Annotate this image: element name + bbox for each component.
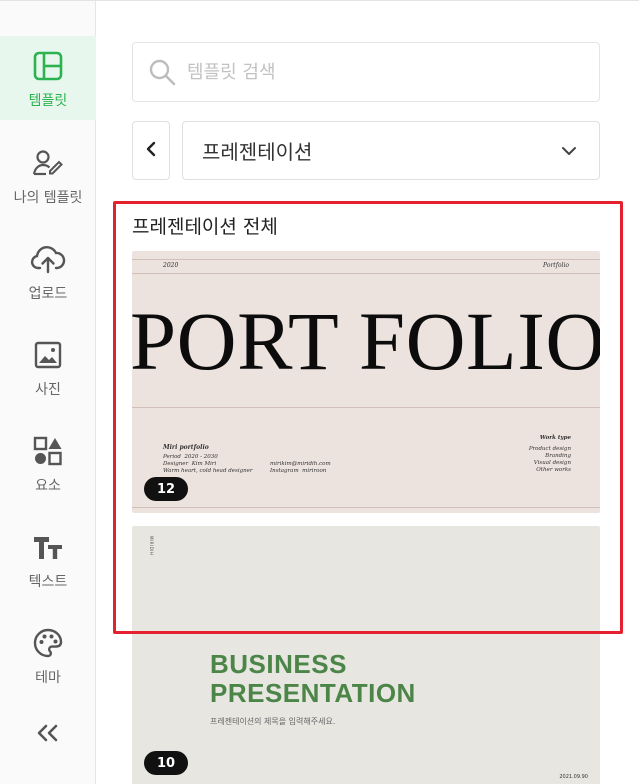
template-headline: BUSINESS PRESENTATION — [210, 650, 416, 708]
back-button[interactable] — [132, 121, 170, 180]
highlight-box — [113, 201, 623, 634]
sidebar-item-elements[interactable]: 요소 — [0, 421, 96, 505]
sidebar-item-my-templates[interactable]: 나의 템플릿 — [0, 133, 96, 217]
collapse-sidebar-button[interactable] — [30, 717, 66, 753]
text-icon — [30, 529, 66, 565]
sidebar-item-photos[interactable]: 사진 — [0, 325, 96, 409]
layout-template-icon — [30, 48, 66, 84]
search-input[interactable] — [187, 61, 567, 83]
sidebar-item-label: 나의 템플릿 — [13, 190, 83, 206]
template-date: 2021.09.90 — [559, 774, 588, 780]
template-count-badge: 10 — [144, 751, 188, 775]
sidebar-item-label: 업로드 — [28, 286, 68, 302]
shapes-icon — [30, 433, 66, 469]
sidebar-item-label: 테마 — [35, 670, 61, 686]
template-panel: 템플릿 나의 템플릿 업로드 사진 요소 텍스트 테마 템플릿 검색 프레젠테이… — [0, 0, 639, 784]
sidebar-item-theme[interactable]: 테마 — [0, 613, 96, 697]
category-select-value: 프레젠테이션 — [202, 140, 313, 164]
template-headline-line2: PRESENTATION — [210, 678, 416, 708]
cloud-upload-icon — [30, 241, 66, 277]
sidebar-item-label: 요소 — [35, 478, 61, 494]
sidebar-item-upload[interactable]: 업로드 — [0, 229, 96, 313]
chevron-left-icon — [145, 141, 157, 161]
search-box — [132, 42, 600, 102]
template-subtitle: 프레젠테이션의 제목을 입력해주세요. — [210, 717, 336, 726]
sidebar-item-label: 텍스트 — [28, 574, 68, 590]
sidebar-item-text[interactable]: 텍스트 — [0, 517, 96, 601]
sidebar: 템플릿 나의 템플릿 업로드 사진 요소 텍스트 테마 — [0, 1, 96, 784]
palette-icon — [30, 625, 66, 661]
search-icon — [147, 57, 177, 87]
sidebar-item-templates[interactable]: 템플릿 — [0, 36, 96, 120]
image-icon — [30, 337, 66, 373]
chevron-down-icon — [561, 141, 577, 160]
template-headline-line1: BUSINESS — [210, 649, 347, 679]
user-edit-icon — [30, 145, 66, 181]
category-select[interactable]: 프레젠테이션 — [182, 121, 600, 180]
sidebar-item-label: 템플릿 — [28, 93, 68, 109]
double-chevron-left-icon — [35, 723, 61, 747]
sidebar-item-label: 사진 — [35, 382, 61, 398]
